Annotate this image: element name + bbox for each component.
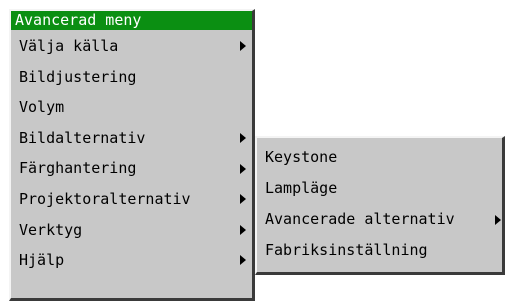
advanced-menu: Avancerad meny Välja källa Bildjustering… [9, 9, 255, 301]
menu-item-label: Volym [19, 98, 65, 117]
menu-item-color-management[interactable]: Färghantering [11, 153, 252, 184]
submenu-item-label: Lampläge [265, 179, 338, 197]
main-menu-items: Välja källa Bildjustering Volym Bildalte… [11, 31, 252, 276]
submenu-item-advanced-options[interactable]: Avancerade alternativ [257, 204, 502, 235]
menu-item-picture-adjust[interactable]: Bildjustering [11, 62, 252, 93]
arrow-right-icon [240, 163, 246, 174]
arrow-right-icon [495, 214, 501, 225]
arrow-right-icon [240, 224, 246, 235]
submenu-item-lamp-mode[interactable]: Lampläge [257, 173, 502, 204]
menu-item-tools[interactable]: Verktyg [11, 215, 252, 246]
arrow-right-icon [240, 194, 246, 205]
menu-item-label: Bildjustering [19, 67, 137, 86]
menu-title: Avancerad meny [11, 11, 252, 30]
submenu-item-label: Fabriksinställning [265, 241, 428, 259]
arrow-right-icon [240, 133, 246, 144]
menu-item-label: Färghantering [19, 159, 137, 178]
arrow-right-icon [240, 255, 246, 266]
submenu-item-factory-default[interactable]: Fabriksinställning [257, 235, 502, 266]
menu-item-volume[interactable]: Volym [11, 92, 252, 123]
submenu-item-label: Keystone [265, 148, 338, 166]
menu-item-image-options[interactable]: Bildalternativ [11, 123, 252, 154]
submenu-item-label: Avancerade alternativ [265, 210, 455, 228]
arrow-right-icon [240, 41, 246, 52]
submenu-item-keystone[interactable]: Keystone [257, 142, 502, 173]
menu-item-label: Bildalternativ [19, 128, 146, 147]
menu-item-projector-options[interactable]: Projektoralternativ [11, 184, 252, 215]
menu-item-select-source[interactable]: Välja källa [11, 31, 252, 62]
menu-item-help[interactable]: Hjälp [11, 245, 252, 276]
image-options-submenu: Keystone Lampläge Avancerade alternativ … [255, 136, 505, 275]
menu-item-label: Verktyg [19, 220, 83, 239]
menu-item-label: Projektoralternativ [19, 189, 191, 208]
menu-item-label: Välja källa [19, 37, 119, 55]
submenu-items: Keystone Lampläge Avancerade alternativ … [257, 138, 502, 266]
menu-item-label: Hjälp [19, 251, 65, 270]
